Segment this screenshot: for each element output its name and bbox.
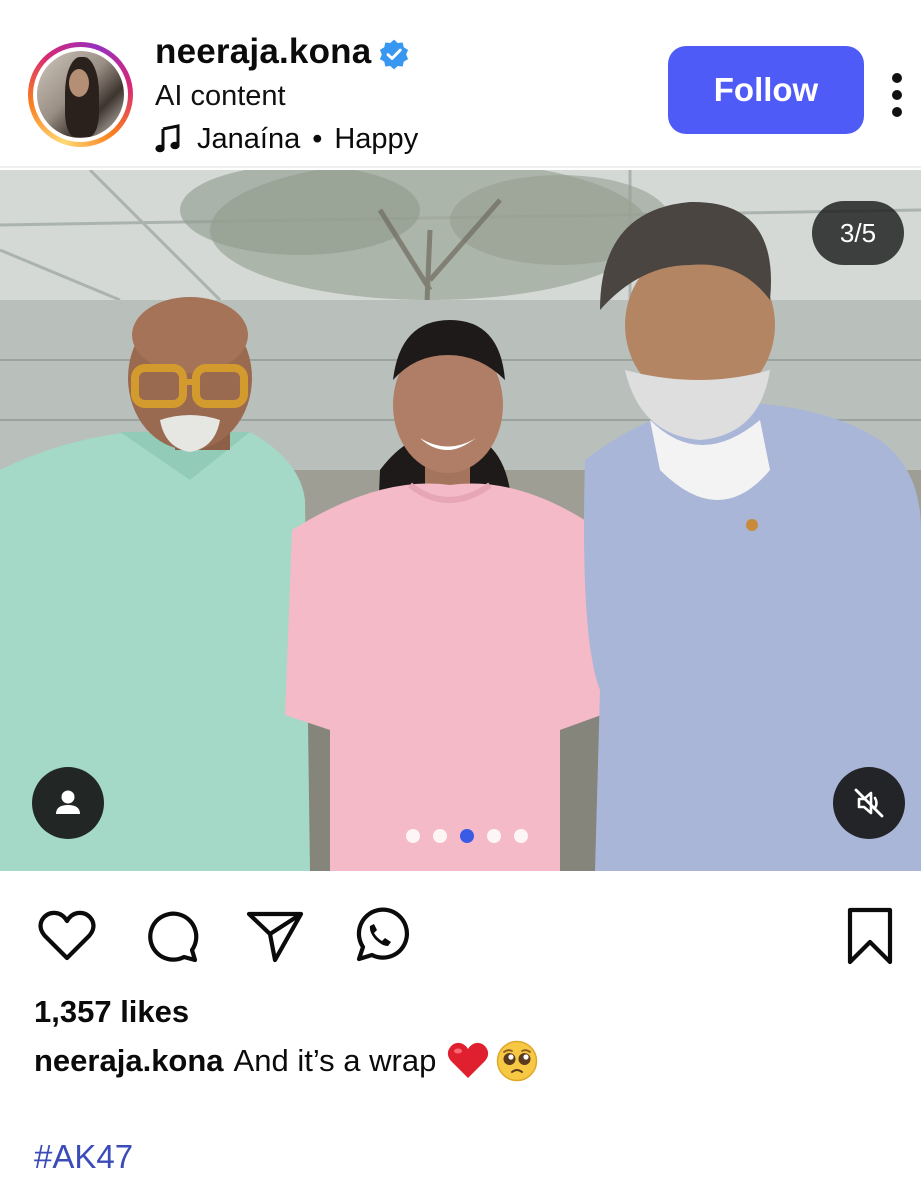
red-heart-emoji — [448, 1042, 489, 1078]
carousel-dot[interactable] — [406, 829, 420, 843]
music-artist: Janaína — [197, 122, 301, 155]
carousel-dots — [406, 829, 530, 843]
photo-content — [0, 170, 921, 871]
action-bar — [0, 900, 921, 970]
muted-speaker-icon — [854, 788, 884, 818]
carousel-dot[interactable] — [514, 829, 528, 843]
whatsapp-icon[interactable] — [347, 904, 411, 968]
comment-icon[interactable] — [140, 904, 204, 968]
pleading-face-emoji — [497, 1040, 538, 1082]
carousel-dot[interactable] — [487, 829, 501, 843]
carousel-dot[interactable] — [433, 829, 447, 843]
ai-content-label: AI content — [155, 80, 286, 112]
carousel-counter: 3/5 — [812, 201, 904, 265]
music-note-icon — [155, 124, 180, 153]
username[interactable]: neeraja.kona — [155, 32, 371, 72]
avatar[interactable] — [37, 51, 124, 138]
caption-username[interactable]: neeraja.kona — [34, 1043, 224, 1079]
tagged-users-button[interactable] — [32, 767, 104, 839]
likes-count[interactable]: 1,357 likes — [34, 994, 189, 1030]
mute-button[interactable] — [833, 767, 905, 839]
post-photo[interactable]: 3/5 — [0, 170, 921, 871]
person-icon — [56, 790, 80, 814]
carousel-dot-active[interactable] — [460, 829, 474, 843]
bookmark-icon[interactable] — [838, 904, 902, 968]
music-track: Happy — [334, 122, 419, 155]
post-header: neeraja.kona AI content Janaína • Happy … — [0, 0, 921, 166]
caption: neeraja.kona And it’s a wrap — [34, 1040, 538, 1082]
verified-badge-icon — [379, 39, 409, 70]
heart-icon[interactable] — [35, 904, 99, 968]
story-ring[interactable] — [28, 42, 133, 147]
caption-text: And it’s a wrap — [233, 1043, 437, 1078]
music-separator: • — [312, 122, 323, 155]
follow-button[interactable]: Follow — [668, 46, 864, 134]
hashtag-link[interactable]: #AK47 — [34, 1138, 133, 1176]
share-icon[interactable] — [243, 904, 307, 968]
header-divider — [0, 166, 921, 168]
music-attribution[interactable]: Janaína • Happy — [155, 122, 418, 156]
more-vertical-icon[interactable] — [890, 72, 904, 118]
